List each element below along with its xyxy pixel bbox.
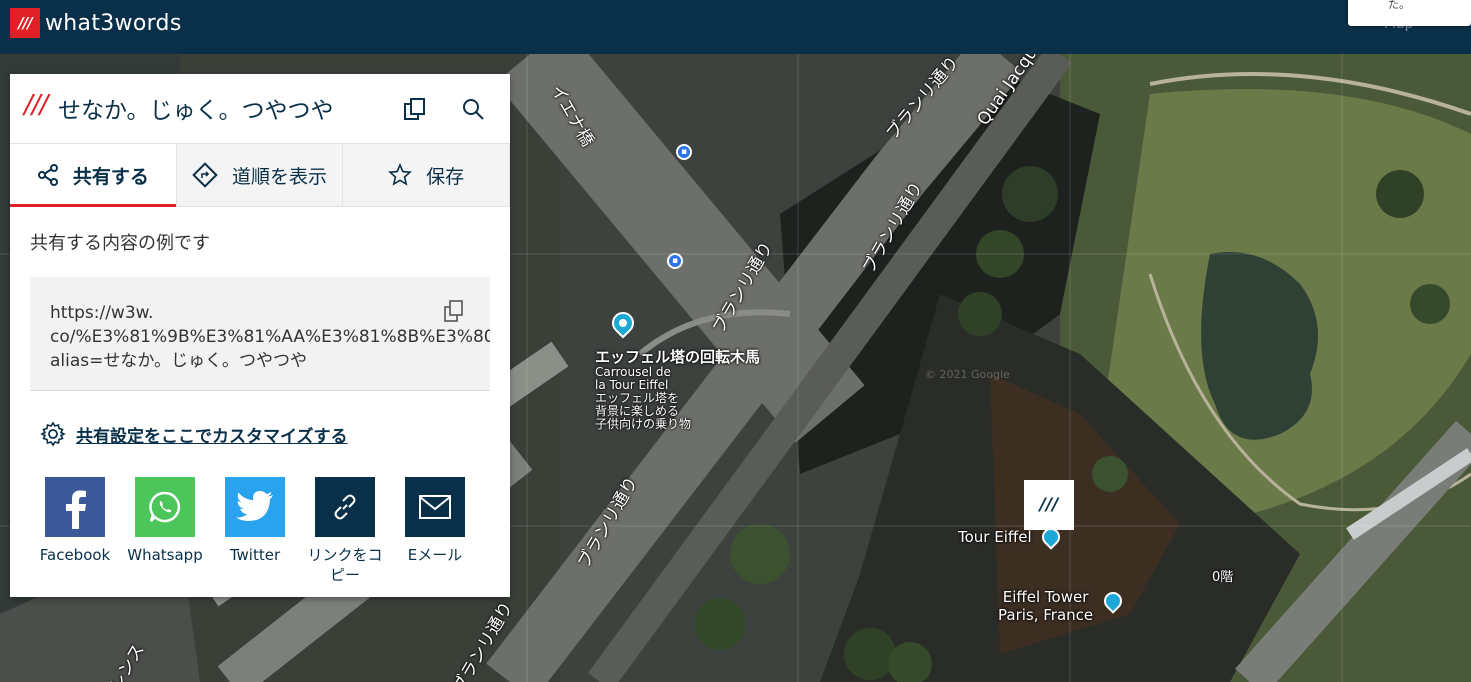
- top-bar: /// what3words Map た。: [0, 0, 1471, 54]
- logo-text: what3words: [45, 10, 182, 36]
- bus-stop-icon[interactable]: ▪: [676, 144, 692, 160]
- star-icon: [388, 163, 413, 186]
- share-copy-link-button[interactable]: リンクをコピー: [300, 477, 390, 585]
- gear-icon: [40, 421, 66, 447]
- bus-stop-icon[interactable]: ▪: [667, 253, 683, 269]
- share-facebook-button[interactable]: Facebook: [30, 477, 120, 585]
- share-label: Twitter: [229, 546, 281, 564]
- map-watermark: © 2021 Google: [925, 368, 1010, 381]
- share-label: Eメール: [407, 546, 463, 564]
- tab-directions[interactable]: 道順を表示: [176, 144, 344, 206]
- logo-mark: ///: [10, 8, 40, 38]
- address-slashes: ///: [24, 90, 48, 120]
- share-url-text: https://w3w. co/%E3%81%9B%E3%81%AA%E3%81…: [50, 303, 490, 371]
- address-bar: /// せなか。じゅく。つやつや: [10, 74, 510, 144]
- tab-directions-label: 道順を表示: [232, 165, 328, 188]
- share-options: Facebook Whatsapp Twitter リンクをコピー Eメール: [30, 477, 480, 585]
- mail-icon: [405, 477, 465, 537]
- three-word-address[interactable]: せなか。じゅく。つやつや: [58, 91, 334, 125]
- share-icon: [37, 164, 58, 186]
- whatsapp-icon: [135, 477, 195, 537]
- facebook-icon: [45, 477, 105, 537]
- twitter-icon: [225, 477, 285, 537]
- share-label: Whatsapp: [127, 546, 203, 564]
- share-whatsapp-button[interactable]: Whatsapp: [120, 477, 210, 585]
- link-icon: [315, 477, 375, 537]
- copy-icon[interactable]: [402, 96, 428, 122]
- address-panel: /// せなか。じゅく。つやつや 共有する 道順を表示 保存 共有する内容の例で…: [10, 74, 511, 597]
- tab-save[interactable]: 保存: [343, 144, 511, 206]
- map-toggle-text: た。: [1388, 0, 1410, 11]
- share-caption: 共有する内容の例です: [30, 233, 210, 254]
- map-type-toggle[interactable]: た。: [1348, 0, 1471, 26]
- poi-eiffel-tower[interactable]: Eiffel Tower Paris, France: [998, 588, 1093, 624]
- logo[interactable]: /// what3words: [10, 8, 182, 38]
- tab-save-label: 保存: [426, 165, 465, 188]
- copy-url-icon[interactable]: [442, 299, 466, 323]
- customize-label: 共有設定をここでカスタマイズする: [76, 426, 348, 447]
- share-url-box[interactable]: https://w3w. co/%E3%81%9B%E3%81%AA%E3%81…: [30, 277, 490, 391]
- tab-share[interactable]: 共有する: [10, 144, 177, 207]
- tab-share-label: 共有する: [72, 165, 149, 188]
- search-icon[interactable]: [460, 96, 486, 122]
- customize-share-link[interactable]: 共有設定をここでカスタマイズする: [40, 421, 348, 447]
- floor-label: 0階: [1212, 570, 1234, 585]
- directions-icon: [192, 162, 218, 188]
- share-label: リンクをコピー: [307, 546, 383, 584]
- panel-tabs: 共有する 道順を表示 保存: [10, 144, 511, 207]
- w3w-location-marker[interactable]: ///: [1024, 480, 1074, 530]
- share-email-button[interactable]: Eメール: [390, 477, 480, 585]
- share-label: Facebook: [39, 546, 111, 564]
- poi-carousel-desc: Carrousel de la Tour Eiffel エッフェル塔を 背景に楽…: [595, 365, 692, 431]
- poi-tour-eiffel[interactable]: Tour Eiffel: [958, 528, 1032, 546]
- poi-carousel-title[interactable]: エッフェル塔の回転木馬: [595, 346, 760, 367]
- share-twitter-button[interactable]: Twitter: [210, 477, 300, 585]
